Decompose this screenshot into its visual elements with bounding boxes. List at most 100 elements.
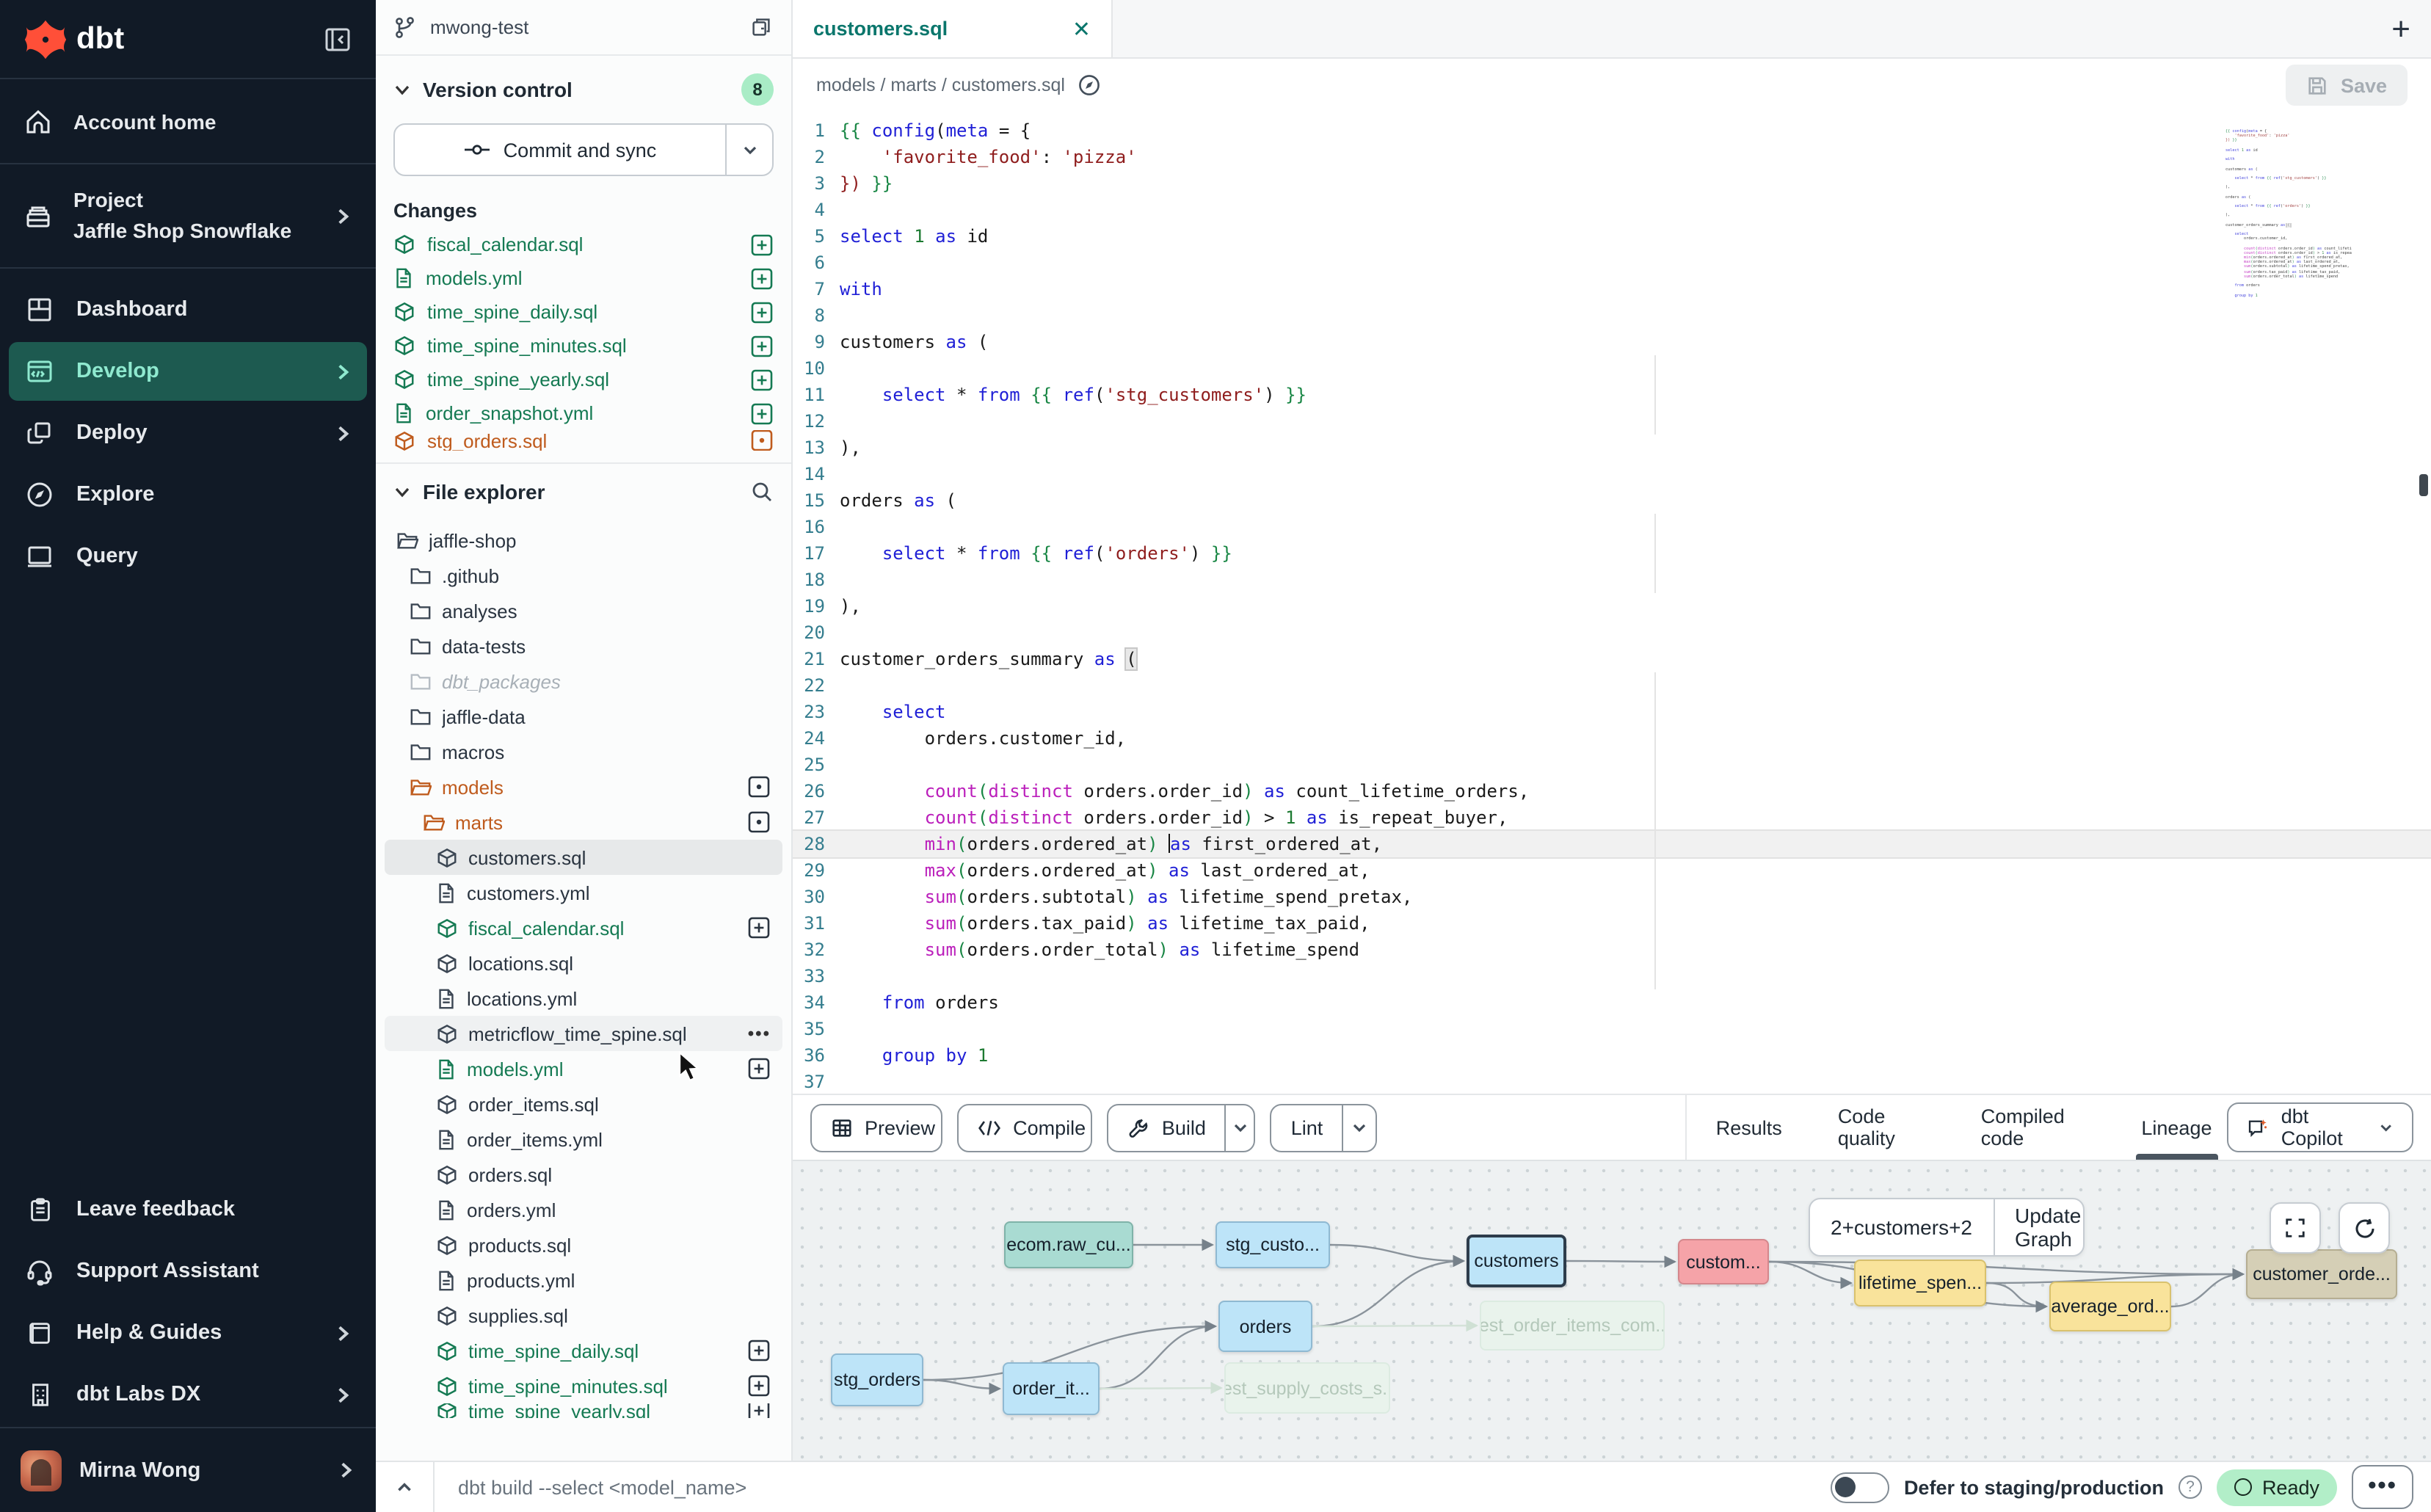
- build-options-caret[interactable]: [1225, 1105, 1254, 1150]
- stage-plus-icon[interactable]: [747, 1403, 771, 1418]
- status-badge[interactable]: Ready: [2217, 1469, 2337, 1505]
- stage-plus-icon[interactable]: [747, 1339, 771, 1362]
- lineage-node-ecom[interactable]: ecom.raw_cu...: [1004, 1221, 1133, 1268]
- sidebar-item-project[interactable]: Project Jaffle Shop Snowflake: [0, 164, 376, 269]
- stage-change-button[interactable]: [750, 334, 774, 357]
- build-button[interactable]: Build: [1108, 1103, 1256, 1152]
- sidebar-item-help-guides[interactable]: Help & Guides: [9, 1304, 367, 1362]
- file-tree-item-macros[interactable]: macros: [385, 734, 782, 769]
- file-tree-item-time-spine-daily-sql[interactable]: time_spine_daily.sql: [385, 1333, 782, 1368]
- preview-button[interactable]: Preview: [810, 1103, 942, 1152]
- code-line-21[interactable]: 21customer_orders_summary as (: [793, 646, 2431, 672]
- stage-plus-icon[interactable]: [750, 368, 774, 391]
- file-tree-item-models[interactable]: models: [385, 769, 782, 804]
- file-tree-item-jaffle-data[interactable]: jaffle-data: [385, 699, 782, 734]
- modified-dot-icon[interactable]: [747, 810, 771, 834]
- search-icon[interactable]: [750, 480, 774, 504]
- lineage-selector-input[interactable]: 2+customers+2: [1810, 1199, 1993, 1255]
- lineage-node-order_it[interactable]: order_it...: [1003, 1362, 1100, 1415]
- file-tree-item--github[interactable]: .github: [385, 558, 782, 593]
- change-row[interactable]: time_spine_daily.sql: [376, 295, 791, 329]
- update-graph-button[interactable]: Update Graph: [1993, 1199, 2085, 1255]
- sidebar-item-explore[interactable]: Explore: [9, 465, 367, 524]
- save-button[interactable]: Save: [2286, 65, 2408, 106]
- file-explorer-section[interactable]: File explorer: [376, 464, 791, 517]
- stage-plus-icon[interactable]: [750, 300, 774, 324]
- change-row[interactable]: fiscal_calendar.sql: [376, 228, 791, 261]
- code-line-19[interactable]: 19),: [793, 593, 2431, 619]
- code-editor[interactable]: 1{{ config(meta = {2 'favorite_food': 'p…: [793, 112, 2431, 1094]
- sidebar-item-dashboard[interactable]: Dashboard: [9, 280, 367, 339]
- tab-compiled-code[interactable]: Compiled code: [1981, 1095, 2086, 1160]
- stage-change-button[interactable]: [747, 916, 771, 939]
- command-input[interactable]: dbt build --select <model_name>: [435, 1476, 770, 1498]
- code-line-25[interactable]: 25: [793, 752, 2431, 778]
- compile-button[interactable]: Compile: [957, 1103, 1093, 1152]
- code-line-11[interactable]: 11 select * from {{ ref('stg_customers')…: [793, 382, 2431, 408]
- close-tab-icon[interactable]: ✕: [1072, 15, 1091, 42]
- stage-plus-icon[interactable]: [750, 233, 774, 256]
- stage-change-button[interactable]: [750, 300, 774, 324]
- code-line-30[interactable]: 30 sum(orders.subtotal) as lifetime_spen…: [793, 884, 2431, 910]
- file-tree-item-order-items-sql[interactable]: order_items.sql: [385, 1086, 782, 1122]
- tab-customers-sql[interactable]: customers.sql ✕: [793, 0, 1113, 57]
- defer-toggle[interactable]: [1831, 1472, 1889, 1502]
- stage-change-button[interactable]: [750, 401, 774, 425]
- sidebar-collapse-button[interactable]: [323, 24, 352, 54]
- code-line-33[interactable]: 33: [793, 963, 2431, 989]
- lint-button[interactable]: Lint: [1271, 1103, 1377, 1152]
- sidebar-item-deploy[interactable]: Deploy: [9, 404, 367, 462]
- expand-command-bar-button[interactable]: [376, 1462, 435, 1512]
- code-line-7[interactable]: 7with: [793, 276, 2431, 302]
- lineage-node-customers[interactable]: customers: [1467, 1235, 1566, 1287]
- modified-dot-icon[interactable]: [747, 775, 771, 799]
- code-line-10[interactable]: 10: [793, 355, 2431, 382]
- file-tree-item-jaffle-shop[interactable]: jaffle-shop: [385, 523, 782, 558]
- file-tree-item-dbt-packages[interactable]: dbt_packages: [385, 664, 782, 699]
- code-line-29[interactable]: 29 max(orders.ordered_at) as last_ordere…: [793, 857, 2431, 884]
- change-row[interactable]: stg_orders.sql: [376, 430, 791, 451]
- code-line-8[interactable]: 8: [793, 302, 2431, 329]
- refresh-button[interactable]: [2339, 1202, 2390, 1254]
- lineage-node-test_order[interactable]: test_order_items_com...: [1480, 1301, 1665, 1351]
- code-line-28[interactable]: 28 min(orders.ordered_at) as first_order…: [793, 831, 2431, 857]
- stage-change-button[interactable]: [747, 1339, 771, 1362]
- lineage-node-test_supply[interactable]: test_supply_costs_s...: [1224, 1362, 1390, 1414]
- file-tree-item-supplies-sql[interactable]: supplies.sql: [385, 1298, 782, 1333]
- stage-plus-icon[interactable]: [750, 401, 774, 425]
- code-line-18[interactable]: 18: [793, 567, 2431, 593]
- file-tree-item-orders-sql[interactable]: orders.sql: [385, 1157, 782, 1192]
- lineage-node-stg_orders[interactable]: stg_orders: [831, 1353, 923, 1406]
- change-row[interactable]: time_spine_yearly.sql: [376, 363, 791, 396]
- file-tree-item-analyses[interactable]: analyses: [385, 593, 782, 628]
- dbt-copilot-button[interactable]: dbt Copilot: [2227, 1102, 2414, 1152]
- stage-plus-icon[interactable]: [747, 1057, 771, 1080]
- stage-plus-icon[interactable]: [747, 1374, 771, 1397]
- lineage-node-customer_orde[interactable]: customer_orde...: [2246, 1249, 2397, 1299]
- file-tree-item-marts[interactable]: marts: [385, 804, 782, 840]
- file-tree-item-metricflow-time-spine-sql[interactable]: metricflow_time_spine.sql•••: [385, 1016, 782, 1051]
- file-tree-item-locations-sql[interactable]: locations.sql: [385, 945, 782, 981]
- code-line-35[interactable]: 35: [793, 1016, 2431, 1042]
- change-row[interactable]: time_spine_minutes.sql: [376, 329, 791, 363]
- code-line-34[interactable]: 34 from orders: [793, 989, 2431, 1016]
- stage-change-button[interactable]: [747, 1374, 771, 1397]
- code-line-22[interactable]: 22: [793, 672, 2431, 699]
- file-tree-item-fiscal-calendar-sql[interactable]: fiscal_calendar.sql: [385, 910, 782, 945]
- file-tree-item-products-sql[interactable]: products.sql: [385, 1227, 782, 1262]
- code-line-5[interactable]: 5select 1 as id: [793, 223, 2431, 250]
- new-tab-button[interactable]: +: [2391, 0, 2410, 57]
- stage-plus-icon[interactable]: [750, 266, 774, 290]
- sidebar-item-leave-feedback[interactable]: Leave feedback: [9, 1180, 367, 1239]
- code-line-6[interactable]: 6: [793, 250, 2431, 276]
- file-tree-item-customers-yml[interactable]: customers.yml: [385, 875, 782, 910]
- code-line-26[interactable]: 26 count(distinct orders.order_id) as co…: [793, 778, 2431, 804]
- lineage-node-stg_custo[interactable]: stg_custo...: [1216, 1221, 1330, 1268]
- sidebar-user[interactable]: Mirna Wong: [0, 1427, 376, 1512]
- modified-dot-icon[interactable]: [750, 430, 774, 451]
- file-tree-item-models-yml[interactable]: models.yml: [385, 1051, 782, 1086]
- commit-options-caret[interactable]: [725, 125, 772, 175]
- editor-minimap[interactable]: {{ config(meta = { 'favorite_food': 'piz…: [2225, 129, 2352, 302]
- code-line-17[interactable]: 17 select * from {{ ref('orders') }}: [793, 540, 2431, 567]
- file-tree-item-time-spine-minutes-sql[interactable]: time_spine_minutes.sql: [385, 1368, 782, 1403]
